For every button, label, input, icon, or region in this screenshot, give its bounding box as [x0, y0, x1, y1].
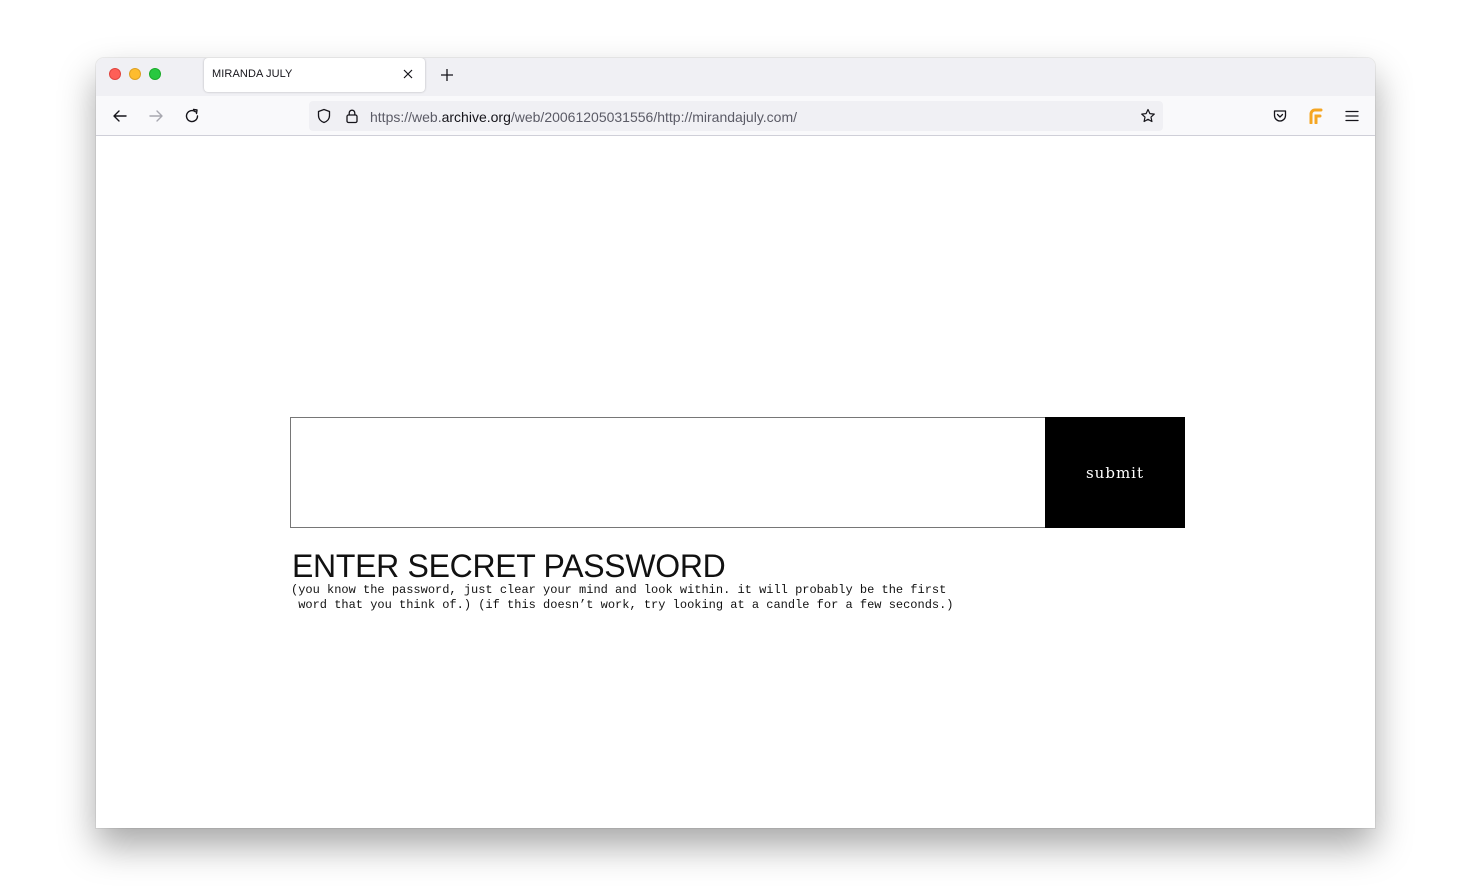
extension-icon[interactable] [1305, 105, 1327, 127]
zoom-window-button[interactable] [149, 68, 161, 80]
tab-miranda-july[interactable]: MIRANDA JULY [204, 58, 425, 92]
minimize-window-button[interactable] [129, 68, 141, 80]
instructions-text: (you know the password, just clear your … [291, 583, 1031, 613]
plus-icon[interactable] [437, 65, 457, 85]
instructions-line-2: word that you think of.) (if this doesn’… [291, 598, 954, 612]
address-bar[interactable]: https://web.archive.org/web/200612050315… [309, 101, 1163, 131]
shield-icon[interactable] [316, 108, 332, 124]
tab-title: MIRANDA JULY [212, 68, 293, 80]
instructions-line-1: (you know the password, just clear your … [291, 583, 947, 597]
url-prefix: https://web. [370, 109, 442, 125]
close-icon[interactable] [400, 66, 416, 82]
reload-icon[interactable] [181, 105, 203, 127]
browser-window: MIRANDA JULY https://web.archive.org/web… [96, 58, 1375, 828]
back-arrow-icon[interactable] [109, 105, 131, 127]
url-suffix: /web/20061205031556/http://mirandajuly.c… [510, 109, 798, 125]
navigation-toolbar: https://web.archive.org/web/200612050315… [96, 96, 1375, 136]
hamburger-menu-icon[interactable] [1341, 105, 1363, 127]
password-input[interactable] [290, 417, 1046, 528]
url-domain: archive.org [441, 109, 511, 125]
page-title: ENTER SECRET PASSWORD [292, 548, 726, 584]
tab-strip: MIRANDA JULY [96, 58, 1375, 96]
close-window-button[interactable] [109, 68, 121, 80]
submit-button[interactable]: submit [1045, 417, 1185, 528]
forward-arrow-icon[interactable] [145, 105, 167, 127]
page-content: submit ENTER SECRET PASSWORD (you know t… [96, 137, 1375, 828]
pocket-icon[interactable] [1269, 105, 1291, 127]
url-text[interactable]: https://web.archive.org/web/200612050315… [370, 109, 797, 125]
star-icon[interactable] [1140, 108, 1156, 124]
lock-icon[interactable] [344, 108, 360, 124]
